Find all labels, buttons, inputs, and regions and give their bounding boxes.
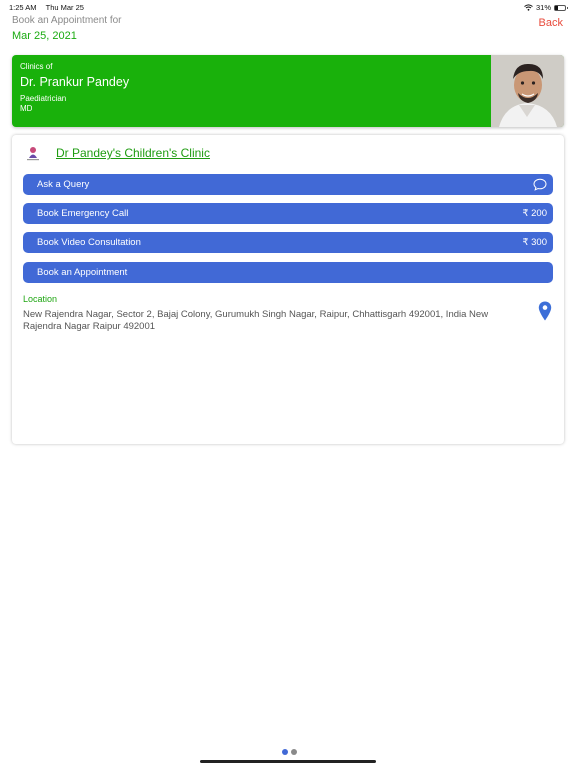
home-indicator [200,760,376,763]
book-video-consultation-button[interactable]: Book Video Consultation ₹ 300 [23,232,553,253]
doctor-photo [491,55,564,127]
status-bar: 1:25 AM Thu Mar 25 31% [0,0,576,14]
emergency-call-price: ₹ 200 [522,208,547,219]
book-appointment-label: Book an Appointment [37,267,128,278]
page-dot[interactable] [282,749,288,755]
booking-page: 1:25 AM Thu Mar 25 31% Book an Appointme… [0,0,576,768]
wifi-icon [524,4,533,11]
doctor-card: Clinics of Dr. Prankur Pandey Paediatric… [12,55,564,127]
status-left: 1:25 AM Thu Mar 25 [9,3,84,12]
ask-query-button[interactable]: Ask a Query [23,174,553,195]
doctor-name: Dr. Prankur Pandey [20,75,130,89]
status-right: 31% [524,3,568,12]
battery-percent: 31% [535,3,551,12]
clinic-name-link[interactable]: Dr Pandey's Children's Clinic [56,146,210,160]
header-subtitle: Book an Appointment for [12,15,122,26]
battery-icon [554,4,568,11]
clinic-panel: Dr Pandey's Children's Clinic Ask a Quer… [12,135,564,444]
status-time: 1:25 AM [9,3,37,12]
page-dot[interactable] [291,749,297,755]
clinic-address: New Rajendra Nagar, Sector 2, Bajaj Colo… [23,309,489,332]
status-date: Thu Mar 25 [45,3,84,12]
back-button[interactable]: Back [539,17,563,29]
book-emergency-call-button[interactable]: Book Emergency Call ₹ 200 [23,203,553,224]
doctor-portrait-icon [491,55,564,127]
book-emergency-call-label: Book Emergency Call [37,208,129,219]
clinic-logo-icon [27,147,39,161]
location-label: Location [23,294,58,304]
video-consultation-price: ₹ 300 [522,237,547,248]
chat-bubble-icon [533,178,547,191]
book-appointment-button[interactable]: Book an Appointment [23,262,553,283]
doctor-specialty: Paediatrician [20,94,67,103]
map-pin-icon[interactable] [538,301,552,321]
doctor-degree: MD [20,104,33,113]
battery-fill [555,5,559,10]
page-indicator[interactable] [282,749,297,755]
appointment-date: Mar 25, 2021 [12,30,77,42]
book-video-consultation-label: Book Video Consultation [37,237,141,248]
ask-query-label: Ask a Query [37,179,90,190]
clinics-of-label: Clinics of [20,62,53,71]
